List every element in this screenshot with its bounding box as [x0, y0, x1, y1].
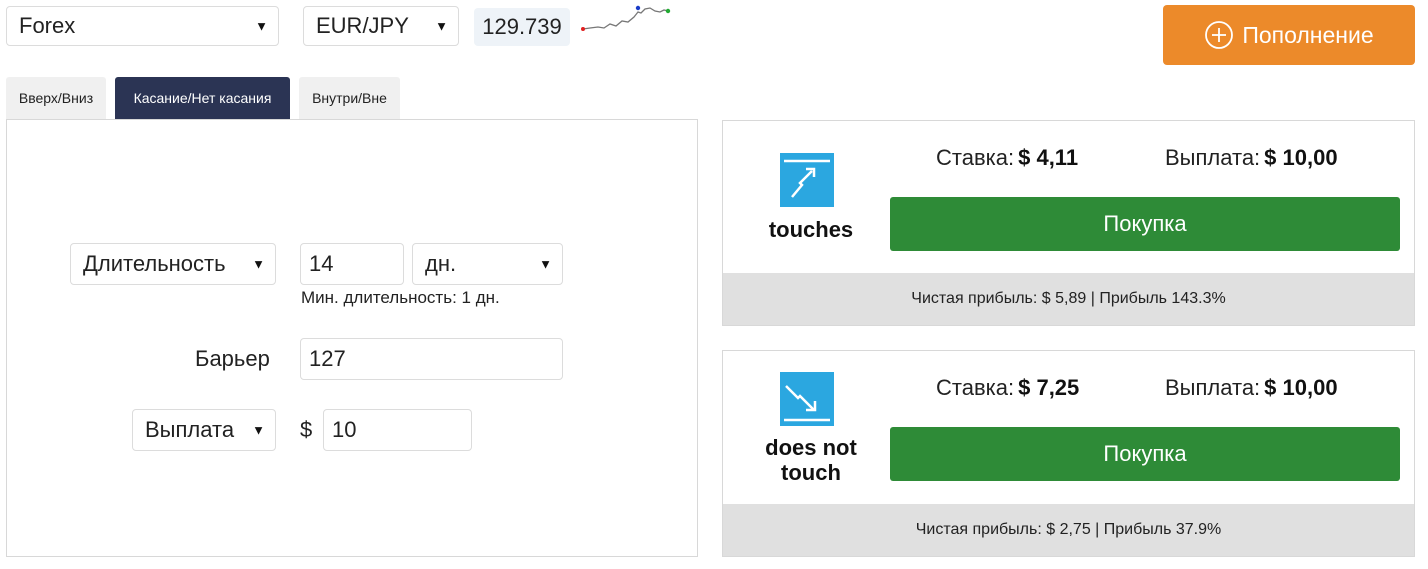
- payout-value: $ 10,00: [1264, 375, 1338, 400]
- currency-symbol: $: [300, 417, 313, 442]
- stake-label: Ставка:: [936, 375, 1015, 400]
- market-select-value: Forex: [19, 13, 76, 38]
- current-price: 129.739: [474, 8, 570, 46]
- tab-label: Касание/Нет касания: [133, 90, 272, 106]
- profit-summary-text: Чистая прибыль: $ 5,89 | Прибыль 143.3%: [911, 290, 1226, 307]
- min-duration-hint: Мин. длительность: 1 дн.: [301, 288, 500, 307]
- payout-label: Выплата:: [1165, 375, 1261, 400]
- contract-card-does-not-touch: does not touch Ставка: $ 7,25 Выплата: $ 1…: [722, 350, 1415, 557]
- chevron-down-icon: ▼: [539, 256, 552, 272]
- market-select[interactable]: Forex ▼: [6, 6, 279, 46]
- does-not-touch-icon: [780, 372, 834, 426]
- tab-in-out[interactable]: Внутри/Вне: [299, 77, 400, 119]
- pair-select-value: EUR/JPY: [316, 13, 409, 38]
- barrier-input-value: 127: [309, 346, 346, 371]
- duration-select[interactable]: Длительность ▼: [70, 243, 276, 285]
- barrier-label: Барьер: [195, 346, 270, 371]
- buy-button[interactable]: Покупка: [890, 427, 1400, 481]
- payout-input[interactable]: 10: [323, 409, 472, 451]
- chevron-down-icon: ▼: [435, 18, 448, 34]
- tab-touch-no-touch[interactable]: Касание/Нет касания: [115, 77, 290, 119]
- payout-stat: Выплата: $ 10,00: [1165, 375, 1338, 401]
- contract-label: touches: [768, 217, 854, 242]
- deposit-label: Пополнение: [1242, 21, 1374, 48]
- chevron-down-icon: ▼: [252, 256, 265, 272]
- barrier-input[interactable]: 127: [300, 338, 563, 380]
- chevron-down-icon: ▼: [255, 18, 268, 34]
- payout-label: Выплата:: [1165, 145, 1261, 170]
- plus-circle-icon: [1205, 21, 1234, 49]
- duration-input-value: 14: [309, 251, 334, 276]
- chevron-down-icon: ▼: [252, 422, 265, 438]
- buy-button[interactable]: Покупка: [890, 197, 1400, 251]
- trade-form-panel: Длительность ▼ 14 дн. ▼ Мин. длительност…: [6, 119, 698, 557]
- payout-input-value: 10: [332, 417, 357, 442]
- payout-stat: Выплата: $ 10,00: [1165, 145, 1338, 171]
- stake-value: $ 7,25: [1018, 375, 1080, 400]
- stake-stat: Ставка: $ 4,11: [936, 145, 1078, 171]
- profit-summary: Чистая прибыль: $ 5,89 | Прибыль 143.3%: [723, 273, 1414, 325]
- duration-unit-select[interactable]: дн. ▼: [412, 243, 563, 285]
- duration-input[interactable]: 14: [300, 243, 404, 285]
- tab-up-down[interactable]: Вверх/Вниз: [6, 77, 106, 119]
- profit-summary: Чистая прибыль: $ 2,75 | Прибыль 37.9%: [723, 504, 1414, 556]
- stake-value: $ 4,11: [1018, 145, 1079, 170]
- payout-value: $ 10,00: [1264, 145, 1338, 170]
- stake-label: Ставка:: [936, 145, 1015, 170]
- pair-select[interactable]: EUR/JPY ▼: [303, 6, 459, 46]
- tab-label: Вверх/Вниз: [18, 90, 94, 106]
- deposit-button[interactable]: Пополнение: [1163, 5, 1415, 65]
- tab-label: Внутри/Вне: [312, 90, 387, 106]
- duration-unit-value: дн.: [425, 251, 457, 276]
- profit-summary-text: Чистая прибыль: $ 2,75 | Прибыль 37.9%: [915, 521, 1222, 538]
- buy-label: Покупка: [1103, 211, 1187, 236]
- payout-select[interactable]: Выплата ▼: [132, 409, 276, 451]
- buy-label: Покупка: [1103, 441, 1187, 466]
- duration-select-value: Длительность: [83, 251, 226, 276]
- payout-select-value: Выплата: [145, 417, 235, 442]
- stake-stat: Ставка: $ 7,25: [936, 375, 1079, 401]
- contract-label: does not touch: [765, 435, 857, 485]
- touches-icon: [780, 153, 834, 207]
- contract-card-touches: touches Ставка: $ 4,11 Выплата: $ 10,00 По…: [722, 120, 1415, 326]
- current-price-value: 129.739: [482, 14, 562, 39]
- price-sparkline: [581, 5, 671, 31]
